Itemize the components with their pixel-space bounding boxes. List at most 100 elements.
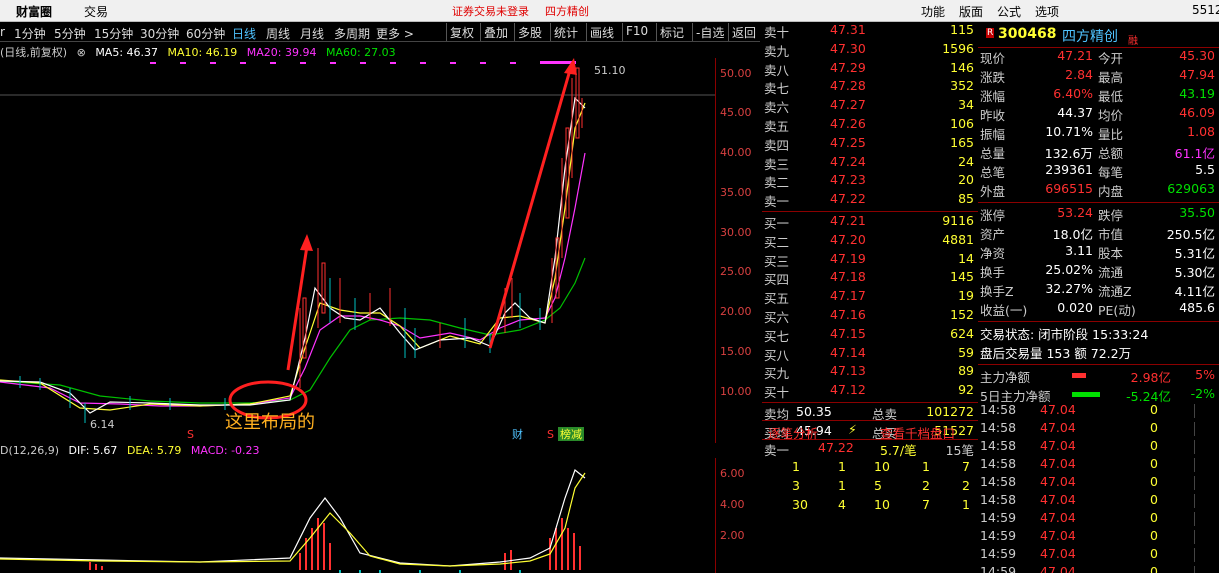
tick-divider (1194, 530, 1195, 544)
ask-row-volume: 106 (950, 115, 974, 131)
bid-row[interactable]: 买一 47.21 9116 (762, 213, 978, 232)
period-weekly[interactable]: 周线 (266, 25, 290, 42)
macd-value: MACD: -0.23 (190, 444, 260, 457)
bid-row-volume: 624 (950, 325, 974, 341)
ask-row-label: 卖九 (764, 43, 790, 59)
ask-row[interactable]: 卖二 47.23 20 (762, 172, 978, 191)
ask-row[interactable]: 卖十 47.31 115 (762, 22, 978, 41)
tick-volume: 0 (1150, 438, 1158, 453)
ask-row[interactable]: 卖一 47.22 85 (762, 191, 978, 210)
quote-value: 629063 (1167, 181, 1215, 196)
bid-row[interactable]: 买九 47.13 89 (762, 363, 978, 382)
kline-chart[interactable]: 51.10 6.14 这里布局的 S S 财 榜减 (0, 58, 715, 443)
tool-back[interactable]: 返回 (728, 23, 759, 41)
quote-label: 涨幅 (980, 89, 1006, 104)
bid-row[interactable]: 买十 47.12 92 (762, 382, 978, 401)
period-60min[interactable]: 60分钟 (186, 25, 225, 42)
tick-time: 14:59 (980, 546, 1017, 561)
tool-fuquan[interactable]: 复权 (446, 23, 477, 41)
bid-row-label: 买六 (764, 309, 790, 325)
ask-row-label: 卖五 (764, 118, 790, 134)
period-5min[interactable]: 5分钟 (54, 25, 86, 42)
quote-value: 485.6 (1179, 300, 1215, 315)
menu-function[interactable]: 功能 (921, 3, 945, 20)
ask-row-volume: 146 (950, 59, 974, 75)
trade-menu[interactable]: 交易 (84, 3, 108, 20)
macd-tick: 2.00 (720, 529, 745, 542)
trade-cell: 2 (922, 477, 930, 493)
quote-value: 35.50 (1179, 205, 1215, 220)
bang-marker[interactable]: 榜减 (560, 427, 582, 441)
bid-row[interactable]: 买二 47.20 4881 (762, 232, 978, 251)
bid-row-volume: 92 (958, 382, 974, 398)
tool-unfav[interactable]: -自选 (692, 23, 727, 41)
ask-row[interactable]: 卖三 47.24 24 (762, 154, 978, 173)
quote-label: PE(动) (1098, 303, 1136, 318)
ask-row[interactable]: 卖六 47.27 34 (762, 97, 978, 116)
macd-chart[interactable] (0, 458, 715, 573)
tick-row: 14:59 47.04 0 (978, 564, 1219, 573)
tool-stats[interactable]: 统计 (550, 23, 581, 41)
quote-label: 最高 (1098, 70, 1124, 85)
period-daily[interactable]: 日线 (232, 25, 256, 42)
ask-row-price: 47.25 (830, 134, 866, 150)
menu-options[interactable]: 选项 (1035, 3, 1059, 20)
period-more[interactable]: 更多 > (376, 25, 414, 42)
ask-row-price: 47.31 (830, 22, 866, 37)
bid-row[interactable]: 买八 47.14 59 (762, 345, 978, 364)
tool-overlay[interactable]: 叠加 (480, 23, 511, 41)
tick-divider (1194, 512, 1195, 526)
ask-row-volume: 115 (950, 22, 974, 37)
low-price-label: 6.14 (90, 418, 115, 431)
quote-label: 资产 (980, 227, 1006, 242)
bid-row[interactable]: 买五 47.17 19 (762, 288, 978, 307)
trade-head: 卖一 47.22 5.7/笔 15笔 (762, 440, 978, 459)
ask-row-label: 卖四 (764, 137, 790, 153)
trade-cell: 5 (874, 477, 882, 493)
macd-name: D(12,26,9) (0, 444, 60, 457)
after-hours: 盘后交易量 153 额 72.2万 (980, 346, 1132, 361)
trade-cell: 30 (792, 496, 808, 512)
period-multi[interactable]: 多周期 (334, 25, 370, 42)
trade-cell: 1 (922, 459, 930, 474)
quote-row: 总量 132.6万 总额 61.1亿 (978, 143, 1219, 162)
period-15min[interactable]: 15分钟 (94, 25, 133, 42)
bid-row-price: 47.16 (830, 306, 866, 322)
bid-row[interactable]: 买七 47.15 624 (762, 326, 978, 345)
quote-label: 今开 (1098, 51, 1124, 66)
quote-panel: R 300468 四方精创 融 现价 47.21 今开 45.30 涨跌 2.84 最高 47… (978, 22, 1219, 405)
quote-value: 3.11 (1065, 243, 1093, 258)
tool-multi[interactable]: 多股 (514, 23, 545, 41)
quote-value: 53.24 (1057, 205, 1093, 220)
quote-label: 外盘 (980, 184, 1006, 199)
tool-mark[interactable]: 标记 (656, 23, 687, 41)
period-1min[interactable]: 1分钟 (14, 25, 46, 42)
bid-row[interactable]: 买六 47.16 152 (762, 307, 978, 326)
app-title[interactable]: 财富圈 (16, 3, 52, 20)
login-warning[interactable]: 证券交易未登录 (452, 3, 529, 19)
trade-head-count: 15笔 (945, 443, 974, 458)
quote-rows: 现价 47.21 今开 45.30 涨跌 2.84 最高 47.94 涨幅 6.40% 最低 43.1… (978, 48, 1219, 200)
bid-row[interactable]: 买三 47.19 14 (762, 251, 978, 270)
ask-row[interactable]: 卖五 47.26 106 (762, 116, 978, 135)
ask-row[interactable]: 卖九 47.30 1596 (762, 41, 978, 60)
quote-separator (978, 364, 1219, 365)
tool-draw[interactable]: 画线 (586, 23, 617, 41)
ask-row[interactable]: 卖八 47.29 146 (762, 60, 978, 79)
period-monthly[interactable]: 月线 (300, 25, 324, 42)
trade-state: 交易状态: 闭市阶段 15:33:24 (980, 327, 1149, 342)
ask-row-volume: 85 (958, 191, 974, 207)
quote-label: 涨跌 (980, 70, 1006, 85)
quote-value: 43.19 (1179, 86, 1215, 101)
tool-f10[interactable]: F10 (622, 23, 651, 41)
tick-row: 14:58 47.04 0 (978, 492, 1219, 510)
ask-row[interactable]: 卖七 47.28 352 (762, 78, 978, 97)
quote-label: 股本 (1098, 246, 1124, 261)
ask-row[interactable]: 卖四 47.25 165 (762, 135, 978, 154)
period-30min[interactable]: 30分钟 (140, 25, 179, 42)
tick-price: 47.04 (1040, 546, 1076, 561)
menu-layout[interactable]: 版面 (959, 3, 983, 20)
menu-formula[interactable]: 公式 (997, 3, 1021, 20)
cai-marker[interactable]: 财 (512, 427, 523, 441)
bid-row[interactable]: 买四 47.18 145 (762, 269, 978, 288)
